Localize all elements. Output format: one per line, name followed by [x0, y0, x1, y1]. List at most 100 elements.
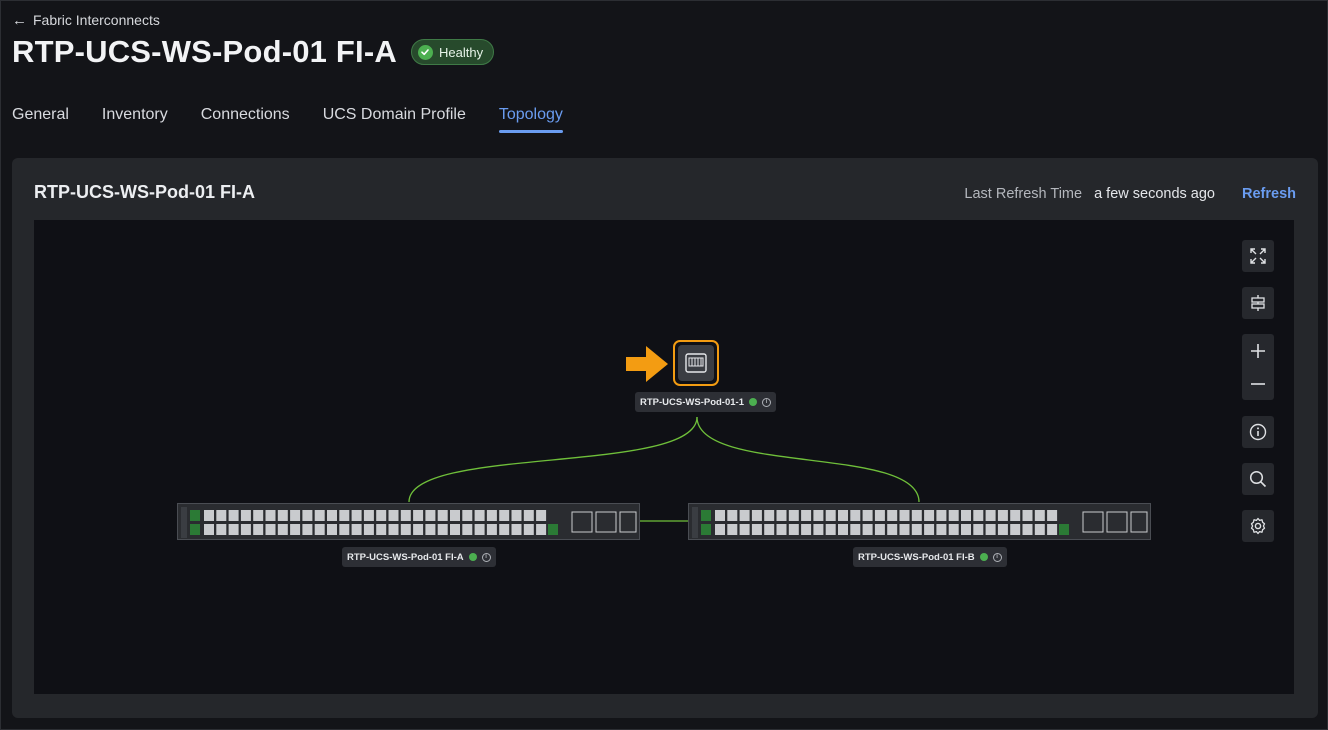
switch-port	[887, 510, 898, 521]
switch-ports-fi-a	[181, 507, 637, 538]
switch-port	[388, 524, 399, 535]
switch-port	[351, 510, 362, 521]
healthy-status-icon	[748, 398, 757, 406]
switch-port	[437, 510, 448, 521]
switch-port	[985, 524, 996, 535]
search-icon	[1249, 470, 1267, 488]
switch-port	[523, 524, 534, 535]
switch-port	[813, 510, 824, 521]
switch-port	[727, 524, 738, 535]
switch-port	[813, 524, 824, 535]
refresh-button[interactable]: Refresh	[1242, 186, 1296, 202]
switch-port	[228, 510, 239, 521]
fi-b-switch[interactable]	[688, 503, 1151, 540]
expand-icon	[1250, 248, 1266, 264]
zoom-in-button[interactable]	[1242, 334, 1274, 367]
switch-port	[788, 510, 799, 521]
refresh-area: Last Refresh Time a few seconds ago Refr…	[964, 186, 1296, 202]
search-button[interactable]	[1242, 463, 1274, 495]
switch-port	[911, 510, 922, 521]
title-row: RTP-UCS-WS-Pod-01 FI-A Healthy	[12, 34, 495, 70]
switch-port	[474, 524, 485, 535]
switch-port	[327, 524, 337, 535]
settings-icon	[1250, 517, 1266, 535]
info-icon[interactable]: i	[992, 552, 1002, 562]
tab-connections[interactable]: Connections	[201, 106, 290, 133]
switch-port	[936, 524, 947, 535]
panel-title: RTP-UCS-WS-Pod-01 FI-A	[34, 182, 255, 202]
topology-canvas[interactable]: RTP-UCS-WS-Pod-01-1 i RTP-UCS-WS-Pod-01 …	[34, 220, 1294, 694]
expand-button[interactable]	[1242, 240, 1274, 272]
tab-topology[interactable]: Topology	[498, 106, 563, 133]
switch-port	[363, 524, 374, 535]
switch-port	[425, 510, 436, 521]
switch-port	[290, 510, 301, 521]
switch-port	[536, 524, 547, 535]
switch-port	[253, 510, 264, 521]
switch-port	[413, 510, 424, 521]
switch-port	[1010, 524, 1021, 535]
switch-port	[216, 524, 227, 535]
fi-a-switch[interactable]	[177, 503, 640, 540]
switch-port	[961, 524, 971, 535]
switch-port	[715, 510, 725, 521]
switch-port	[204, 510, 214, 521]
switch-port	[825, 510, 836, 521]
switch-port	[874, 510, 885, 521]
switch-port	[899, 510, 910, 521]
back-link-label: Fabric Interconnects	[33, 12, 160, 28]
settings-button[interactable]	[1242, 510, 1274, 542]
switch-port	[961, 510, 971, 521]
switch-port	[764, 524, 775, 535]
info-icon[interactable]: i	[481, 552, 491, 562]
switch-port	[204, 524, 214, 535]
switch-port	[499, 510, 510, 521]
back-arrow-icon: ←	[12, 11, 27, 29]
last-refresh-value: a few seconds ago	[1094, 186, 1215, 202]
zoom-in-icon	[1251, 343, 1265, 358]
fi-b-node-label[interactable]: RTP-UCS-WS-Pod-01 FI-B i	[853, 547, 1007, 567]
switch-port	[265, 524, 276, 535]
switch-port	[838, 510, 848, 521]
switch-port	[739, 510, 750, 521]
switch-port	[727, 510, 738, 521]
fi-a-node-label[interactable]: RTP-UCS-WS-Pod-01 FI-A i	[342, 547, 496, 567]
switch-port	[1047, 510, 1058, 521]
chassis-node-name: RTP-UCS-WS-Pod-01-1	[640, 396, 744, 408]
switch-port	[887, 524, 898, 535]
switch-port	[327, 510, 337, 521]
info-icon[interactable]: i	[761, 397, 771, 407]
back-link[interactable]: ← Fabric Interconnects	[12, 12, 160, 28]
switch-port	[265, 510, 276, 521]
align-button[interactable]	[1242, 287, 1274, 319]
info-button[interactable]	[1242, 416, 1274, 448]
switch-port	[425, 524, 436, 535]
healthy-status-icon	[468, 553, 477, 561]
switch-port	[899, 524, 910, 535]
switch-port	[486, 524, 497, 535]
switch-port	[511, 510, 522, 521]
zoom-out-button[interactable]	[1242, 367, 1274, 400]
pointer-arrow-icon	[626, 346, 668, 382]
switch-port	[973, 510, 984, 521]
switch-port	[776, 524, 787, 535]
switch-port	[751, 510, 762, 521]
chassis-node[interactable]	[673, 340, 719, 386]
switch-port	[739, 524, 750, 535]
tab-ucs-domain-profile[interactable]: UCS Domain Profile	[323, 106, 466, 133]
switch-port	[1034, 524, 1045, 535]
switch-port	[511, 524, 522, 535]
switch-port	[788, 524, 799, 535]
switch-port	[997, 524, 1008, 535]
switch-port	[253, 524, 264, 535]
chassis-node-label[interactable]: RTP-UCS-WS-Pod-01-1 i	[635, 392, 776, 412]
tab-general[interactable]: General	[12, 106, 69, 133]
tab-inventory[interactable]: Inventory	[102, 106, 168, 133]
switch-port	[1010, 510, 1021, 521]
switch-port	[801, 510, 812, 521]
link-chassis-fi-a	[408, 416, 698, 503]
switch-port	[277, 524, 288, 535]
align-icon	[1251, 295, 1265, 311]
switch-port	[862, 524, 873, 535]
switch-port	[715, 524, 725, 535]
